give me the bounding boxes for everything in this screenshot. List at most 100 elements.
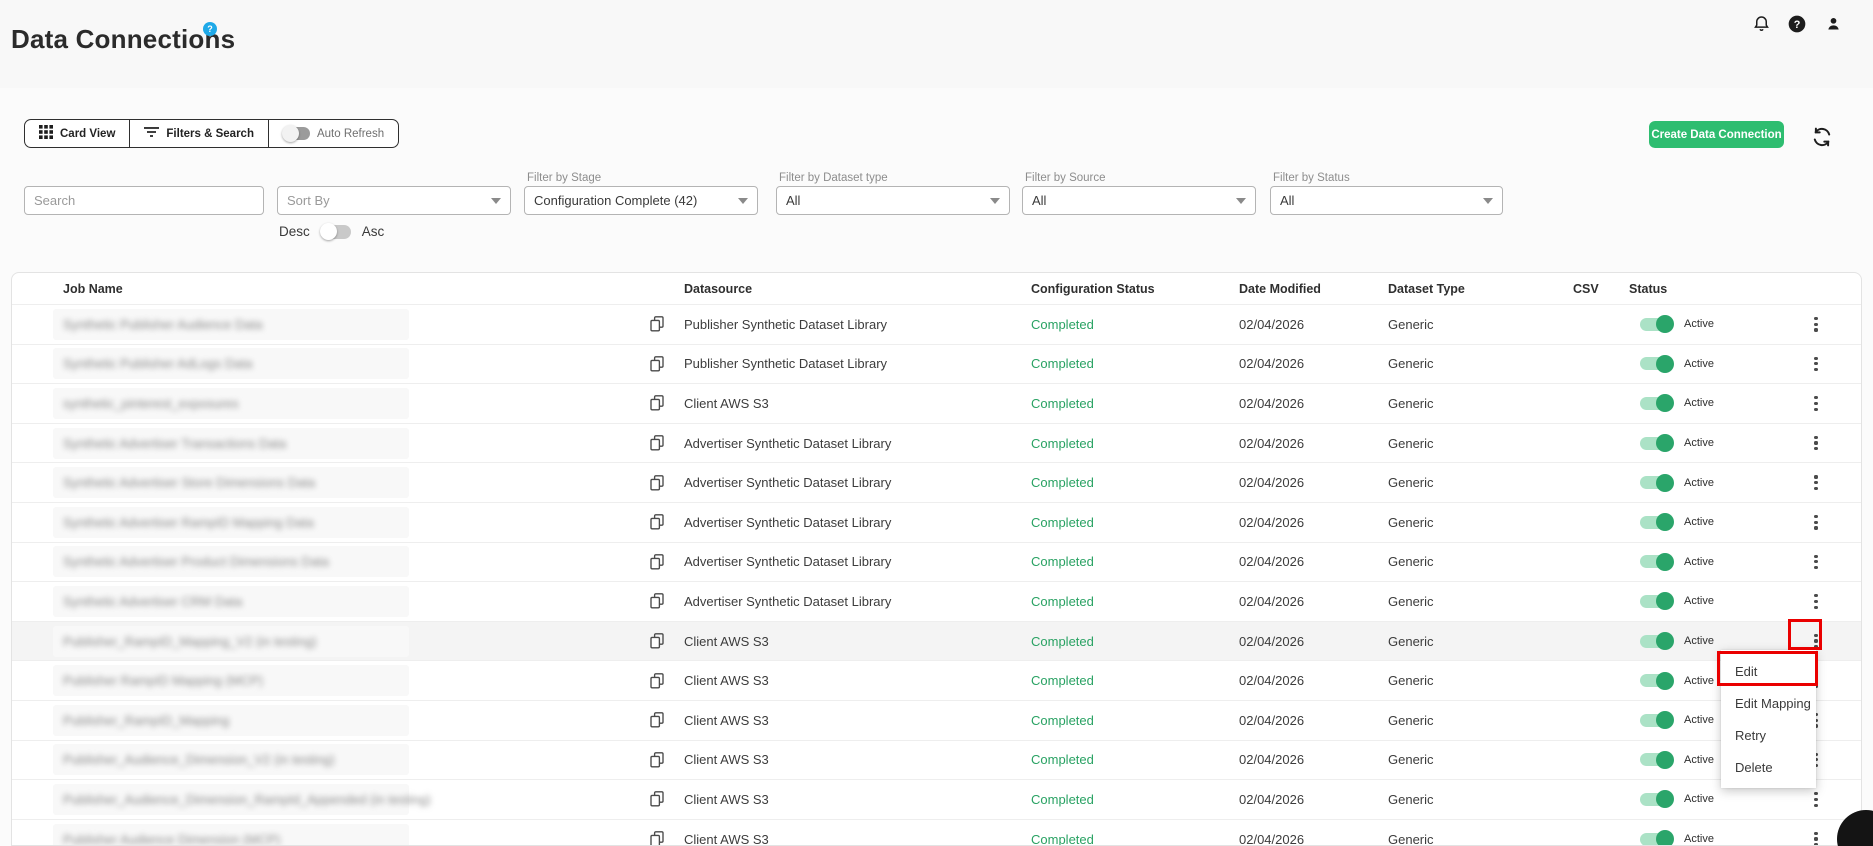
active-toggle[interactable] (1640, 315, 1674, 334)
table-row: Publisher_RampID_Mapping Client AWS S3 C… (12, 699, 1861, 740)
header-dataset-type: Dataset Type (1388, 281, 1465, 296)
copy-icon[interactable] (649, 354, 667, 374)
configuration-status-cell: Completed (1031, 633, 1094, 649)
row-menu-kebab-icon[interactable] (1804, 588, 1828, 614)
job-name-cell: Synthetic Advertiser Transactions Data (12, 427, 649, 459)
row-menu-kebab-icon[interactable] (1804, 549, 1828, 575)
copy-icon[interactable] (649, 750, 667, 770)
job-name-text: Publisher_Audience_Dimension_RampId_Appe… (63, 791, 431, 807)
menu-item-delete[interactable]: Delete (1721, 751, 1816, 783)
chevron-down-icon (990, 197, 1000, 204)
refresh-icon[interactable] (1810, 125, 1834, 149)
filter-stage-select[interactable]: Configuration Complete (42) (524, 186, 758, 215)
job-name-text: Publisher_Audience_Dimension_V2 (in test… (63, 752, 335, 768)
active-toggle[interactable] (1640, 513, 1674, 532)
row-menu-kebab-icon[interactable] (1804, 509, 1828, 535)
help-icon[interactable]: ? (1787, 14, 1807, 34)
job-name-text: Synthetic Advertiser Store Dimensions Da… (63, 475, 316, 491)
table-header-row: Job Name Datasource Configuration Status… (12, 273, 1861, 304)
copy-icon[interactable] (649, 552, 667, 572)
active-toggle[interactable] (1640, 790, 1674, 809)
row-menu-kebab-icon[interactable] (1804, 311, 1828, 337)
copy-icon[interactable] (649, 631, 667, 651)
active-toggle[interactable] (1640, 671, 1674, 690)
copy-icon[interactable] (649, 473, 667, 493)
active-toggle[interactable] (1640, 750, 1674, 769)
table-row: Publisher Audience Dimension (MCP) Clien… (12, 818, 1861, 845)
copy-icon[interactable] (649, 789, 667, 809)
row-menu-kebab-icon[interactable] (1804, 786, 1828, 812)
datasource-cell: Publisher Synthetic Dataset Library (684, 316, 888, 332)
table-row: Publisher_RampID_Mapping_V2 (in testing)… (12, 620, 1861, 661)
copy-icon[interactable] (649, 433, 667, 453)
auto-refresh-toggle[interactable] (281, 125, 310, 142)
active-toggle[interactable] (1640, 394, 1674, 413)
dataset-type-cell: Generic (1388, 435, 1434, 451)
filter-status-select[interactable]: All (1270, 186, 1503, 215)
job-name-cell: Synthetic Advertiser Product Dimensions … (12, 546, 649, 578)
copy-icon[interactable] (649, 829, 667, 845)
chevron-down-icon (491, 197, 501, 204)
date-modified-cell: 02/04/2026 (1239, 593, 1305, 609)
status-cell: Active (1629, 394, 1802, 413)
active-toggle[interactable] (1640, 354, 1674, 373)
row-menu-kebab-icon[interactable] (1804, 430, 1828, 456)
filters-search-label: Filters & Search (166, 127, 254, 140)
person-icon[interactable] (1823, 14, 1843, 34)
job-name-text: Synthetic Advertiser RampID Mapping Data (63, 514, 314, 530)
filter-dataset-type-select[interactable]: All (776, 186, 1010, 215)
page-title: Data Connections (11, 24, 236, 54)
job-name-cell: Publisher_Audience_Dimension_RampId_Appe… (12, 783, 649, 815)
search-field[interactable] (24, 186, 264, 215)
active-toggle[interactable] (1640, 434, 1674, 453)
copy-icon[interactable] (649, 512, 667, 532)
header-job-name: Job Name (63, 281, 123, 296)
top-band (0, 0, 1873, 88)
filters-search-button[interactable]: Filters & Search (129, 120, 268, 147)
menu-item-edit[interactable]: Edit (1721, 655, 1816, 687)
table-body: Synthetic Publisher Audience Data Publis… (12, 304, 1861, 845)
active-toggle[interactable] (1640, 592, 1674, 611)
copy-icon[interactable] (649, 710, 667, 730)
bell-icon[interactable] (1751, 14, 1771, 34)
menu-item-edit-mapping[interactable]: Edit Mapping (1721, 687, 1816, 719)
active-toggle[interactable] (1640, 552, 1674, 571)
active-toggle[interactable] (1640, 632, 1674, 651)
configuration-status-cell: Completed (1031, 514, 1094, 530)
copy-icon[interactable] (649, 671, 667, 691)
asc-label: Asc (361, 224, 385, 239)
active-toggle[interactable] (1640, 473, 1674, 492)
row-menu-kebab-icon[interactable] (1804, 826, 1828, 845)
date-modified-cell: 02/04/2026 (1239, 752, 1305, 768)
sort-by-select[interactable]: Sort By (277, 186, 511, 215)
active-toggle[interactable] (1640, 830, 1674, 845)
status-label: Active (1684, 555, 1714, 568)
title-help-badge[interactable]: ? (203, 22, 217, 36)
datasource-cell: Advertiser Synthetic Dataset Library (684, 554, 892, 570)
datasource-cell: Client AWS S3 (684, 395, 769, 411)
status-label: Active (1684, 793, 1714, 806)
date-modified-cell: 02/04/2026 (1239, 316, 1305, 332)
status-label: Active (1684, 397, 1714, 410)
row-menu-kebab-icon[interactable] (1804, 470, 1828, 496)
create-data-connection-button[interactable]: Create Data Connection (1649, 121, 1784, 148)
header-configuration-status: Configuration Status (1031, 281, 1155, 296)
active-toggle[interactable] (1640, 711, 1674, 730)
row-menu-kebab-icon[interactable] (1804, 351, 1828, 377)
row-menu-kebab-icon[interactable] (1804, 390, 1828, 416)
job-name-text: Synthetic Advertiser Product Dimensions … (63, 554, 329, 570)
status-cell: Active (1629, 592, 1802, 611)
card-view-button[interactable]: Card View (25, 120, 129, 147)
sort-direction-toggle[interactable] (319, 222, 351, 240)
copy-icon[interactable] (649, 591, 667, 611)
filter-source-select[interactable]: All (1022, 186, 1256, 215)
status-label: Active (1684, 357, 1714, 370)
menu-item-retry[interactable]: Retry (1721, 719, 1816, 751)
search-input[interactable] (34, 193, 254, 208)
copy-icon[interactable] (649, 393, 667, 413)
chevron-down-icon (1236, 197, 1246, 204)
copy-icon[interactable] (649, 314, 667, 334)
datasource-cell: Advertiser Synthetic Dataset Library (684, 514, 892, 530)
configuration-status-cell: Completed (1031, 475, 1094, 491)
desc-label: Desc (279, 224, 310, 239)
